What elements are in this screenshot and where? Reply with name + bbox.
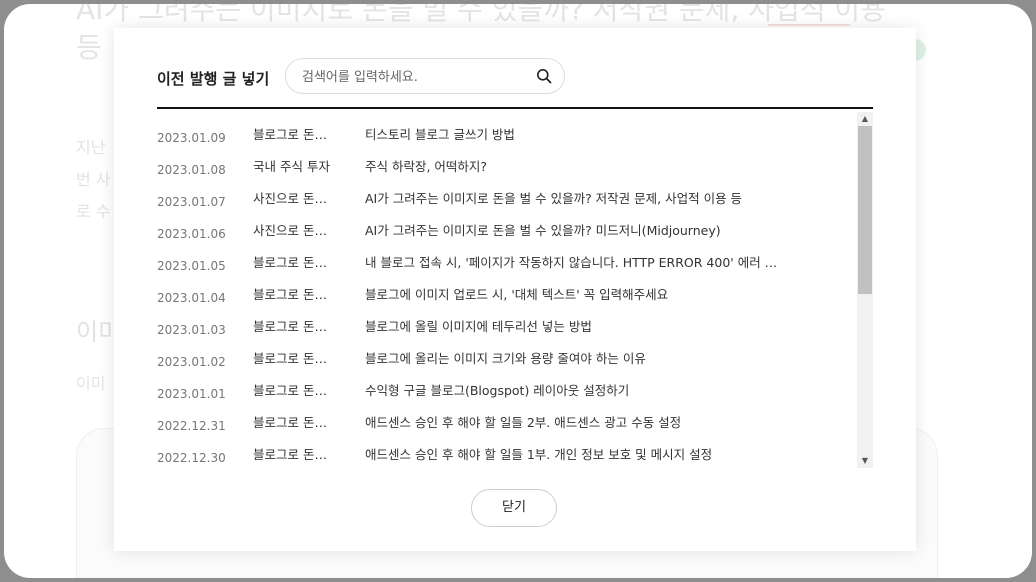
post-title: 블로그에 올릴 이미지에 테두리선 넣는 방법 [365, 319, 592, 334]
scroll-down-arrow-icon[interactable]: ▼ [857, 454, 873, 468]
post-list-item[interactable]: 2022.12.30 블로그로 돈… 애드센스 승인 후 해야 할 일들 1부. 개… [157, 432, 853, 465]
post-category: 블로그로 돈… [253, 127, 327, 142]
scrollbar[interactable]: ▲ ▼ [857, 112, 873, 468]
article-title: AI가 그려주는 이미지로 돈을 벌 수 있을까? 저작권 문제, 사업적 이용 [76, 4, 886, 26]
search-icon[interactable] [536, 68, 552, 84]
post-title: 주식 하락장, 어떡하지? [365, 159, 488, 174]
insert-previous-post-dialog: 이전 발행 글 넣기 2023.01.09블로그로 돈…티스토리 블로그 글쓰기… [114, 28, 916, 551]
post-title: 블로그에 올리는 이미지 크기와 용량 줄여야 하는 이유 [365, 351, 646, 366]
post-list-container: 2023.01.09 블로그로 돈… 티스토리 블로그 글쓰기 방법 2023.01.… [157, 112, 873, 468]
article-title-continued: 등 [76, 31, 102, 64]
post-list-item[interactable]: 2023.01.08 국내 주식 투자 주식 하락장, 어떡하지? [157, 144, 853, 177]
post-category: 사진으로 돈… [253, 191, 327, 206]
post-category: 블로그로 돈… [253, 255, 327, 270]
post-list-item[interactable]: 2023.01.06 사진으로 돈… AI가 그려주는 이미지로 돈을 벌 수 있을… [157, 208, 853, 241]
post-category: 블로그로 돈… [253, 415, 327, 430]
post-list-item[interactable]: 2023.01.03 블로그로 돈… 블로그에 올릴 이미지에 테두리선 넣는 방법 [157, 304, 853, 337]
post-category: 블로그로 돈… [253, 383, 327, 398]
post-list-item[interactable]: 2023.01.02 블로그로 돈… 블로그에 올리는 이미지 크기와 용량 줄여야… [157, 336, 853, 369]
post-title: 티스토리 블로그 글쓰기 방법 [365, 127, 515, 142]
search-box [285, 58, 565, 95]
post-list: 2023.01.09 블로그로 돈… 티스토리 블로그 글쓰기 방법 2023.01.… [157, 112, 853, 465]
post-list-item[interactable]: 2023.01.04 블로그로 돈… 블로그에 이미지 업로드 시, '대체 텍스트… [157, 272, 853, 305]
post-list-item[interactable]: 2023.01.07 사진으로 돈… AI가 그려주는 이미지로 돈을 벌 수 있을… [157, 176, 853, 209]
post-category: 블로그로 돈… [253, 351, 327, 366]
post-title: AI가 그려주는 이미지로 돈을 벌 수 있을까? 저작권 문제, 사업적 이용… [365, 191, 743, 206]
close-button[interactable]: 닫기 [471, 489, 557, 527]
post-category: 블로그로 돈… [253, 447, 327, 462]
post-list-item[interactable]: 2023.01.05 블로그로 돈… 내 블로그 접속 시, '페이지가 작동하지 … [157, 240, 853, 273]
scrollbar-thumb[interactable] [858, 126, 872, 294]
post-title: AI가 그려주는 이미지로 돈을 벌 수 있을까? 미드저니(Midjourne… [365, 223, 721, 238]
post-title: 애드센스 승인 후 해야 할 일들 2부. 애드센스 광고 수동 설정 [365, 415, 682, 430]
post-date: 2022.12.30 [157, 451, 226, 465]
post-title: 블로그에 이미지 업로드 시, '대체 텍스트' 꼭 입력해주세요 [365, 287, 669, 302]
article-subtext: 이미 [76, 374, 106, 393]
post-title: 애드센스 승인 후 해야 할 일들 1부. 개인 정보 보호 및 메시지 설정 [365, 447, 713, 462]
post-category: 국내 주식 투자 [253, 159, 330, 174]
app-frame: AI가 그려주는 이미지로 돈을 벌 수 있을까? 저작권 문제, 사업적 이용… [4, 4, 1032, 578]
scroll-up-arrow-icon[interactable]: ▲ [857, 112, 873, 126]
title-highlight [768, 24, 850, 26]
post-category: 블로그로 돈… [253, 319, 327, 334]
post-list-item[interactable]: 2023.01.09 블로그로 돈… 티스토리 블로그 글쓰기 방법 [157, 112, 853, 145]
dialog-title: 이전 발행 글 넣기 [157, 70, 270, 88]
post-category: 블로그로 돈… [253, 287, 327, 302]
header-divider [157, 107, 873, 109]
post-category: 사진으로 돈… [253, 223, 327, 238]
post-list-item[interactable]: 2023.01.01 블로그로 돈… 수익형 구글 블로그(Blogspot) 레이… [157, 368, 853, 401]
post-list-item[interactable]: 2022.12.31 블로그로 돈… 애드센스 승인 후 해야 할 일들 2부. 애… [157, 400, 853, 433]
search-input[interactable] [300, 59, 530, 95]
post-title: 수익형 구글 블로그(Blogspot) 레이아웃 설정하기 [365, 383, 630, 398]
post-title: 내 블로그 접속 시, '페이지가 작동하지 않습니다. HTTP ERROR … [365, 255, 778, 270]
